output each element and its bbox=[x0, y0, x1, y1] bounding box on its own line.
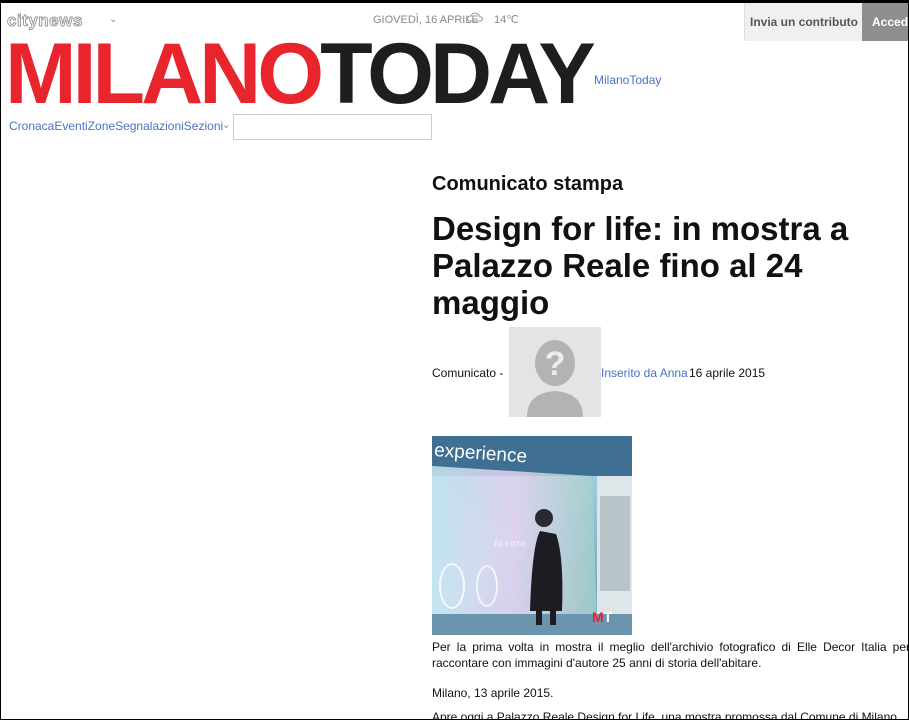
main-nav: CronacaEventiZoneSegnalazioniSezioni bbox=[9, 119, 223, 133]
byline-prefix: Comunicato - bbox=[432, 366, 504, 380]
site-title-link[interactable]: MilanoToday bbox=[594, 73, 661, 87]
article-paragraph: Milano, 13 aprile 2015. bbox=[432, 686, 554, 700]
svg-text:?: ? bbox=[545, 345, 566, 383]
article-photo[interactable]: la casa experience MT bbox=[432, 436, 632, 635]
article-kicker: Comunicato stampa bbox=[432, 173, 624, 195]
chevron-down-icon[interactable]: ⌄ bbox=[109, 14, 117, 25]
browser-frame: citynews ⌄ GIOVEDÌ, 16 APRILE 14℃ Invia … bbox=[0, 0, 909, 720]
author-avatar[interactable]: ? bbox=[509, 327, 601, 417]
svg-text:la casa: la casa bbox=[494, 537, 526, 549]
mt-badge: MT bbox=[592, 609, 612, 625]
avatar-placeholder-icon: ? bbox=[509, 327, 601, 417]
logo-part-today: TODAY bbox=[320, 26, 596, 122]
publish-date: 16 aprile 2015 bbox=[689, 366, 766, 380]
nav-item-zone[interactable]: Zone bbox=[88, 119, 115, 133]
logo-part-milano: MILANO bbox=[5, 26, 324, 122]
chevron-down-icon[interactable]: ⌄ bbox=[222, 120, 230, 131]
temperature: 14℃ bbox=[494, 14, 519, 26]
nav-item-cronaca[interactable]: Cronaca bbox=[9, 119, 54, 133]
current-date: GIOVEDÌ, 16 APRILE bbox=[373, 14, 479, 26]
login-button[interactable]: Accedi bbox=[862, 3, 908, 41]
article-headline: Design for life: in mostra a Palazzo Rea… bbox=[432, 210, 849, 321]
article-paragraph: Per la prima volta in mostra il meglio d… bbox=[432, 640, 909, 670]
nav-item-segnalazioni[interactable]: Segnalazioni bbox=[115, 119, 184, 133]
mt-badge-t: T bbox=[603, 609, 613, 625]
article-paragraph: Apre oggi a Palazzo Reale Design for Lif… bbox=[432, 710, 897, 720]
cloud-icon bbox=[467, 12, 483, 22]
nav-item-sezioni[interactable]: Sezioni bbox=[184, 119, 223, 133]
author-link[interactable]: Inserito da Anna bbox=[601, 366, 688, 380]
nav-item-eventi[interactable]: Eventi bbox=[54, 119, 87, 133]
site-logo[interactable]: MILANOTODAY bbox=[5, 31, 596, 117]
mt-badge-m: M bbox=[592, 609, 604, 625]
exhibition-photo: la casa bbox=[432, 436, 632, 635]
contribute-button[interactable]: Invia un contributo bbox=[744, 3, 863, 41]
search-input[interactable] bbox=[233, 114, 432, 140]
